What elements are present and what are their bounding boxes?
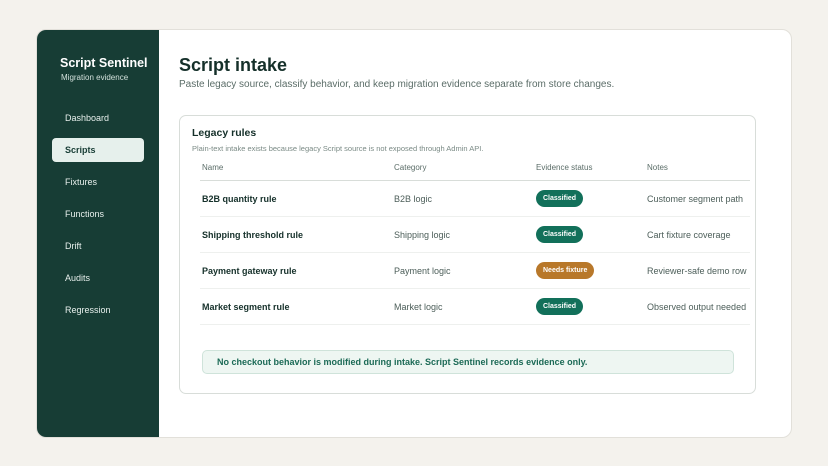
page-subtitle: Paste legacy source, classify behavior, … bbox=[179, 79, 615, 90]
card-title: Legacy rules bbox=[192, 127, 257, 139]
table-header-row: Name Category Evidence status Notes bbox=[200, 154, 750, 181]
rule-category: B2B logic bbox=[392, 180, 534, 217]
rule-status-cell: Classified bbox=[534, 288, 645, 325]
app-title: Script Sentinel bbox=[60, 56, 148, 70]
rule-notes: Cart fixture coverage bbox=[645, 216, 750, 253]
rule-status-cell: Classified bbox=[534, 180, 645, 217]
sidebar-item-drift[interactable]: Drift bbox=[52, 234, 144, 258]
sidebar-item-fixtures[interactable]: Fixtures bbox=[52, 170, 144, 194]
rule-name: Market segment rule bbox=[200, 288, 392, 325]
legacy-rules-card: Legacy rules Plain-text intake exists be… bbox=[179, 115, 756, 394]
legacy-rules-table: Name Category Evidence status Notes B2B … bbox=[200, 154, 750, 325]
rule-status-cell: Classified bbox=[534, 216, 645, 253]
rule-name: Payment gateway rule bbox=[200, 252, 392, 289]
app-window: Script Sentinel Migration evidence Dashb… bbox=[36, 29, 792, 438]
app-subtitle: Migration evidence bbox=[61, 73, 129, 82]
table-row[interactable]: Payment gateway rule Payment logic Needs… bbox=[200, 252, 750, 289]
main-content: Script intake Paste legacy source, class… bbox=[159, 30, 791, 437]
sidebar: Script Sentinel Migration evidence Dashb… bbox=[37, 30, 159, 437]
sidebar-item-regression[interactable]: Regression bbox=[52, 298, 144, 322]
column-header-notes[interactable]: Notes bbox=[645, 154, 750, 181]
status-badge: Classified bbox=[536, 226, 584, 243]
sidebar-item-audits[interactable]: Audits bbox=[52, 266, 144, 290]
sidebar-item-scripts[interactable]: Scripts bbox=[52, 138, 144, 162]
rule-name: Shipping threshold rule bbox=[200, 216, 392, 253]
table-row[interactable]: Shipping threshold rule Shipping logic C… bbox=[200, 216, 750, 253]
sidebar-nav: Dashboard Scripts Fixtures Functions Dri… bbox=[52, 106, 144, 330]
rule-category: Market logic bbox=[392, 288, 534, 325]
rule-status-cell: Needs fixture bbox=[534, 252, 645, 289]
rule-name: B2B quantity rule bbox=[200, 180, 392, 217]
rule-category: Payment logic bbox=[392, 252, 534, 289]
rule-notes: Customer segment path bbox=[645, 180, 750, 217]
sidebar-item-functions[interactable]: Functions bbox=[52, 202, 144, 226]
status-badge: Classified bbox=[536, 298, 584, 315]
status-badge: Classified bbox=[536, 190, 584, 207]
page-title: Script intake bbox=[179, 55, 288, 75]
status-badge: Needs fixture bbox=[536, 262, 595, 279]
rule-notes: Reviewer-safe demo row bbox=[645, 252, 750, 289]
info-notice: No checkout behavior is modified during … bbox=[202, 350, 734, 374]
table-row[interactable]: B2B quantity rule B2B logic Classified C… bbox=[200, 180, 750, 217]
table-row[interactable]: Market segment rule Market logic Classif… bbox=[200, 288, 750, 325]
column-header-name[interactable]: Name bbox=[200, 154, 392, 181]
column-header-evidence-status[interactable]: Evidence status bbox=[534, 154, 645, 181]
rule-category: Shipping logic bbox=[392, 216, 534, 253]
column-header-category[interactable]: Category bbox=[392, 154, 534, 181]
rule-notes: Observed output needed bbox=[645, 288, 750, 325]
sidebar-item-dashboard[interactable]: Dashboard bbox=[52, 106, 144, 130]
card-subtitle: Plain-text intake exists because legacy … bbox=[192, 144, 484, 153]
